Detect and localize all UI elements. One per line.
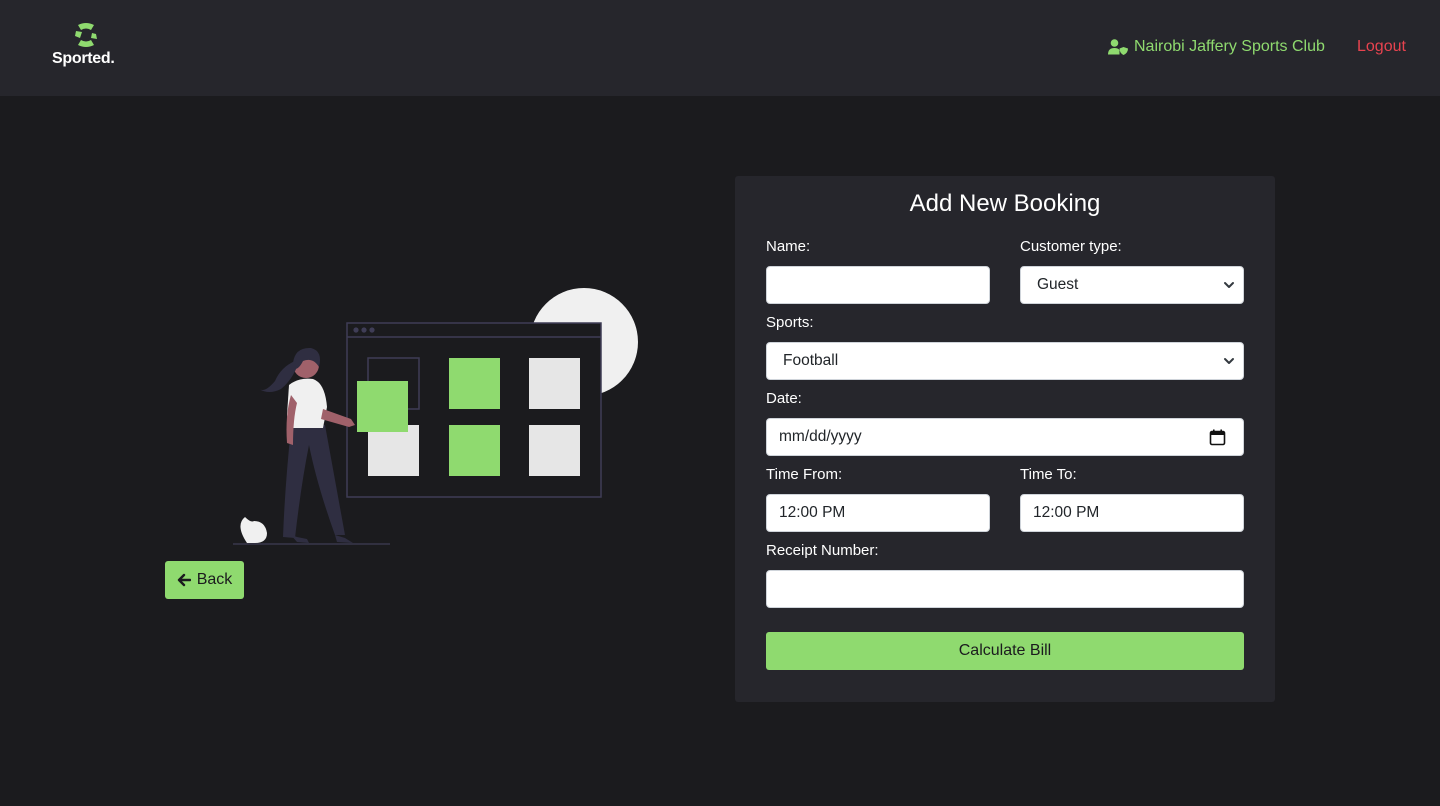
chevron-down-icon <box>1224 282 1234 288</box>
logout-link[interactable]: Logout <box>1357 36 1406 58</box>
time-to-label: Time To: <box>1020 466 1077 483</box>
name-input[interactable] <box>766 266 990 304</box>
date-value: mm/dd/yyyy <box>779 428 862 445</box>
add-booking-form: Add New Booking Name: Customer type: Gue… <box>735 176 1275 702</box>
brand-name: Sported. <box>52 50 115 67</box>
arrow-left-icon <box>177 573 191 587</box>
back-button-label: Back <box>196 571 233 588</box>
booking-illustration <box>233 288 638 545</box>
user-shield-icon <box>1108 39 1128 55</box>
calendar-icon[interactable] <box>1209 429 1226 446</box>
calculate-bill-button[interactable]: Calculate Bill <box>766 632 1244 670</box>
customer-type-label: Customer type: <box>1020 238 1122 255</box>
sports-label: Sports: <box>766 314 814 331</box>
customer-type-select[interactable]: Guest <box>1020 266 1244 304</box>
back-button[interactable]: Back <box>165 561 244 599</box>
time-to-input[interactable]: 12:00 PM <box>1020 494 1244 532</box>
name-label: Name: <box>766 238 811 255</box>
receipt-number-input[interactable] <box>766 570 1244 608</box>
navbar: Sported. Nairobi Jaffery Sports Club Log… <box>0 0 1440 96</box>
sported-logo-icon <box>75 23 97 47</box>
date-input[interactable]: mm/dd/yyyy <box>766 418 1244 456</box>
date-label: Date: <box>766 390 802 407</box>
time-from-input[interactable]: 12:00 PM <box>766 494 990 532</box>
form-title: Add New Booking <box>909 190 1101 217</box>
club-name: Nairobi Jaffery Sports Club <box>1134 38 1325 55</box>
club-account-link[interactable]: Nairobi Jaffery Sports Club <box>1108 36 1325 58</box>
customer-type-value: Guest <box>1037 276 1079 293</box>
sports-value: Football <box>783 352 839 369</box>
brand-logo[interactable]: Sported. <box>50 22 124 70</box>
receipt-number-label: Receipt Number: <box>766 542 879 559</box>
chevron-down-icon <box>1224 358 1234 364</box>
time-from-label: Time From: <box>766 466 843 483</box>
sports-select[interactable]: Football <box>766 342 1244 380</box>
